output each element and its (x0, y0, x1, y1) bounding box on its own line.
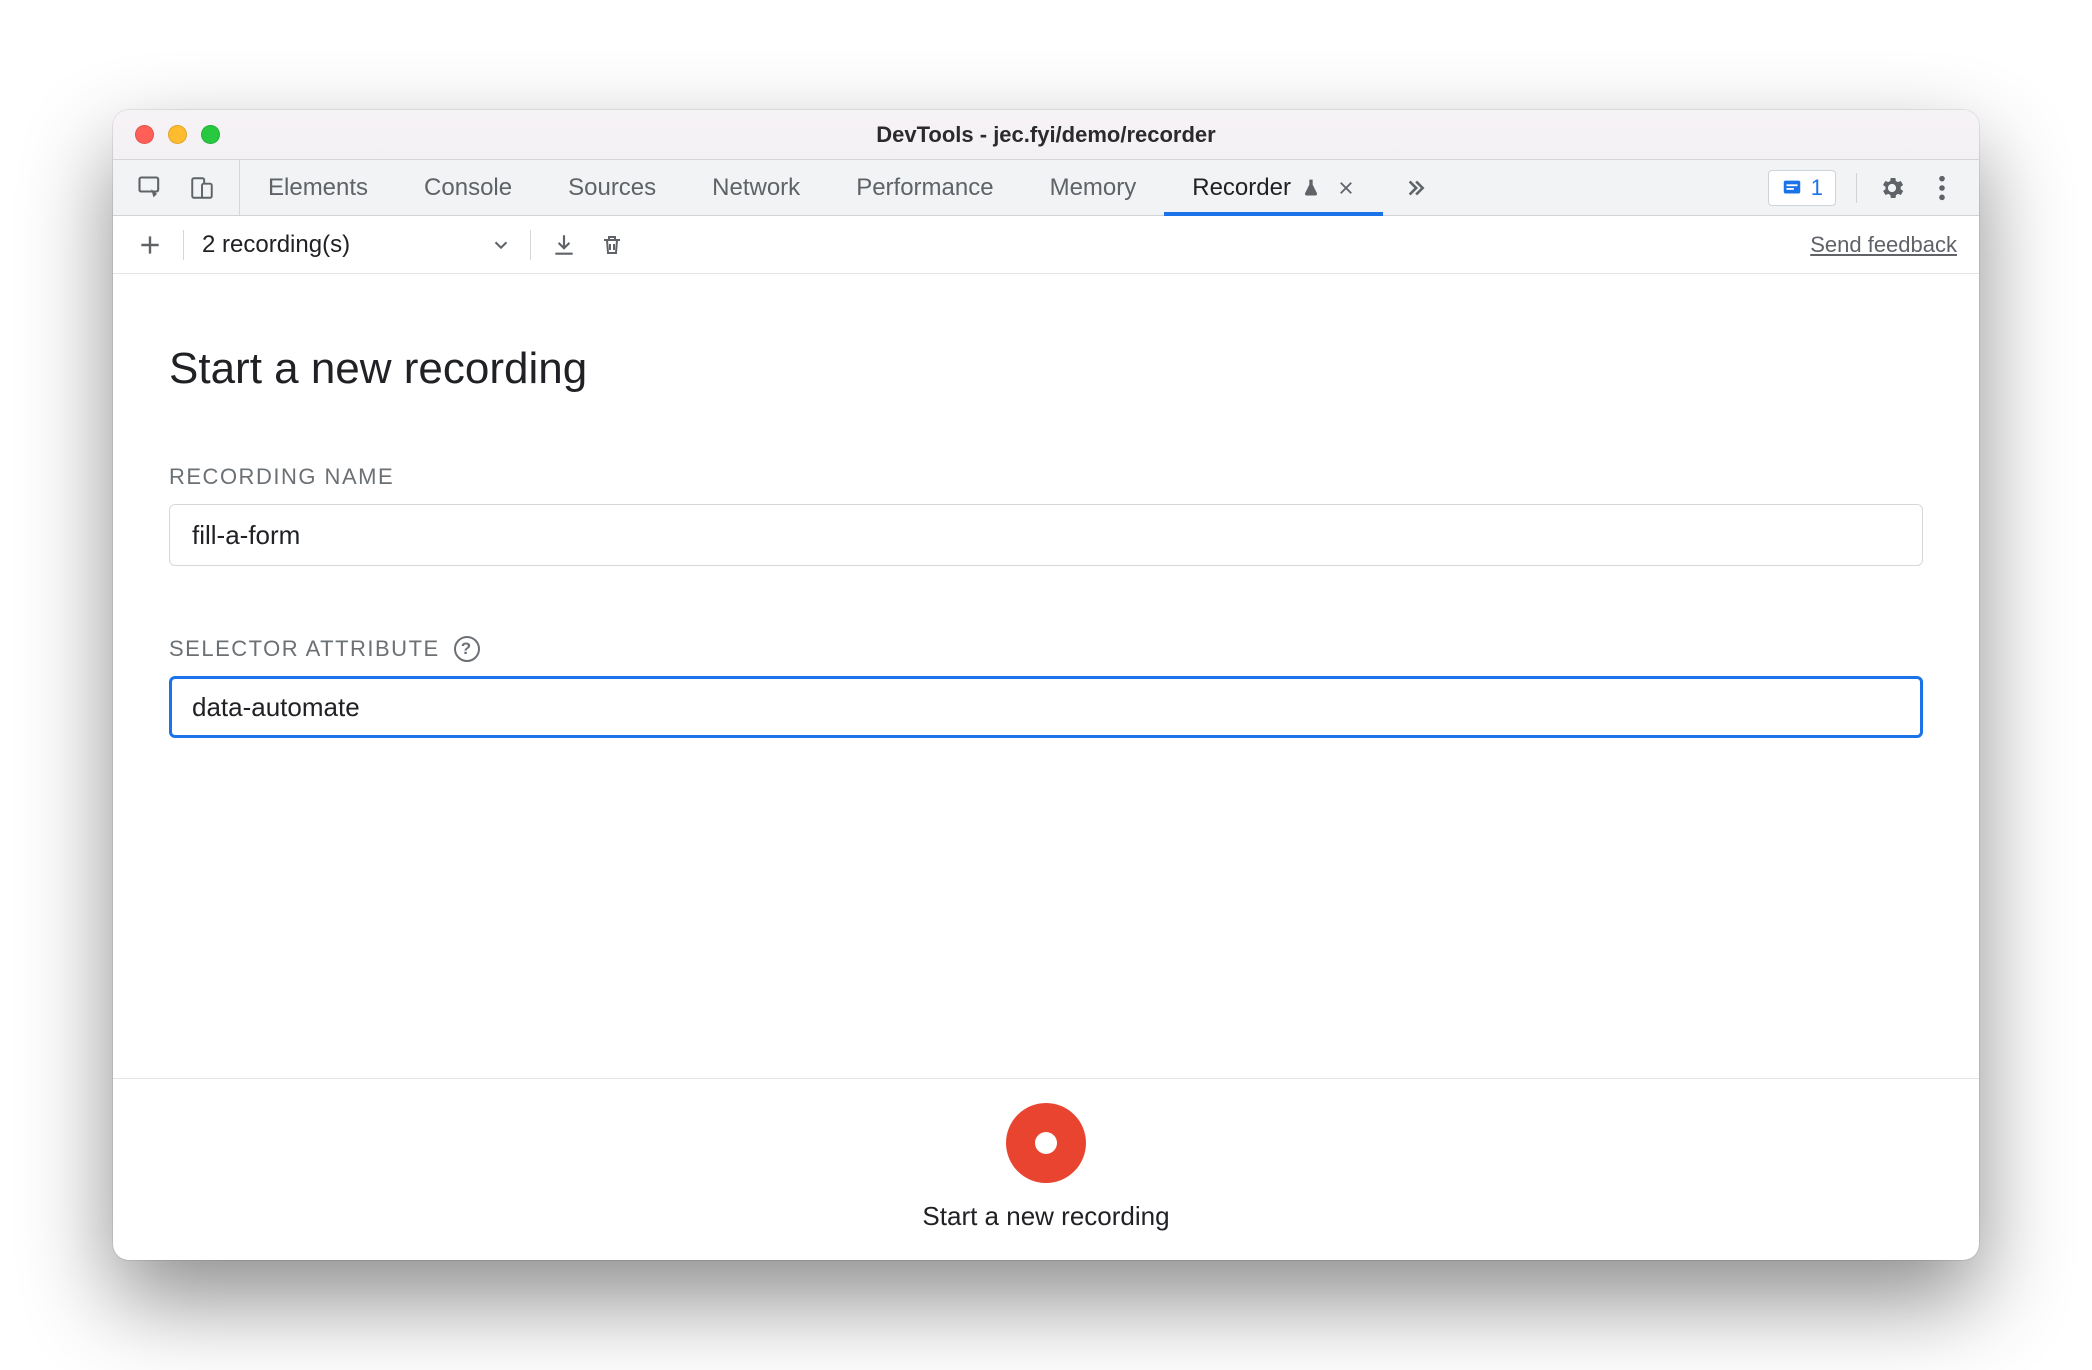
record-icon (1035, 1132, 1057, 1154)
recorder-footer: Start a new recording (113, 1078, 1979, 1260)
tab-label: Performance (856, 174, 993, 202)
start-recording-label: Start a new recording (922, 1201, 1169, 1232)
tab-recorder[interactable]: Recorder (1164, 160, 1383, 215)
titlebar: DevTools - jec.fyi/demo/recorder (113, 110, 1979, 160)
more-tabs-icon[interactable] (1383, 160, 1445, 215)
recordings-dropdown[interactable]: 2 recording(s) (202, 231, 512, 259)
tab-label: Recorder (1192, 174, 1291, 202)
main-tabstrip: Elements Console Sources Network Perform… (113, 160, 1979, 216)
selector-attribute-input[interactable] (169, 676, 1923, 738)
tab-label: Console (424, 174, 512, 202)
tab-performance[interactable]: Performance (828, 160, 1021, 215)
delete-icon[interactable] (597, 230, 627, 260)
divider (530, 230, 531, 260)
divider (183, 230, 184, 260)
recording-name-label: RECORDING NAME (169, 464, 1923, 490)
recordings-dropdown-label: 2 recording(s) (202, 231, 350, 259)
recorder-toolbar: 2 recording(s) Send feedback (113, 216, 1979, 274)
close-window-button[interactable] (135, 125, 154, 144)
window-title: DevTools - jec.fyi/demo/recorder (113, 122, 1979, 148)
issues-button[interactable]: 1 (1768, 170, 1836, 206)
close-tab-icon[interactable] (1337, 179, 1355, 197)
divider (1856, 173, 1857, 203)
issues-count: 1 (1811, 175, 1823, 201)
chevron-down-icon (490, 234, 512, 256)
export-icon[interactable] (549, 230, 579, 260)
window-controls (113, 125, 220, 144)
page-heading: Start a new recording (169, 344, 1923, 394)
tab-network[interactable]: Network (684, 160, 828, 215)
issues-icon (1781, 177, 1803, 199)
minimize-window-button[interactable] (168, 125, 187, 144)
recording-name-input[interactable] (169, 504, 1923, 566)
tab-elements[interactable]: Elements (240, 160, 396, 215)
experiment-flask-icon (1301, 178, 1321, 198)
more-menu-icon[interactable] (1927, 173, 1957, 203)
send-feedback-link[interactable]: Send feedback (1810, 232, 1957, 258)
tab-label: Sources (568, 174, 656, 202)
selector-attribute-label: SELECTOR ATTRIBUTE ? (169, 636, 1923, 662)
tab-label: Elements (268, 174, 368, 202)
inspect-element-icon[interactable] (135, 173, 165, 203)
tab-console[interactable]: Console (396, 160, 540, 215)
settings-gear-icon[interactable] (1877, 173, 1907, 203)
tab-label: Network (712, 174, 800, 202)
zoom-window-button[interactable] (201, 125, 220, 144)
add-recording-icon[interactable] (135, 230, 165, 260)
devtools-window: DevTools - jec.fyi/demo/recorder (113, 110, 1979, 1260)
help-icon[interactable]: ? (454, 636, 480, 662)
tab-sources[interactable]: Sources (540, 160, 684, 215)
recorder-start-panel: Start a new recording RECORDING NAME SEL… (113, 274, 1979, 1078)
tab-memory[interactable]: Memory (1022, 160, 1165, 215)
device-toolbar-icon[interactable] (187, 173, 217, 203)
tab-label: Memory (1050, 174, 1137, 202)
start-recording-button[interactable] (1006, 1103, 1086, 1183)
